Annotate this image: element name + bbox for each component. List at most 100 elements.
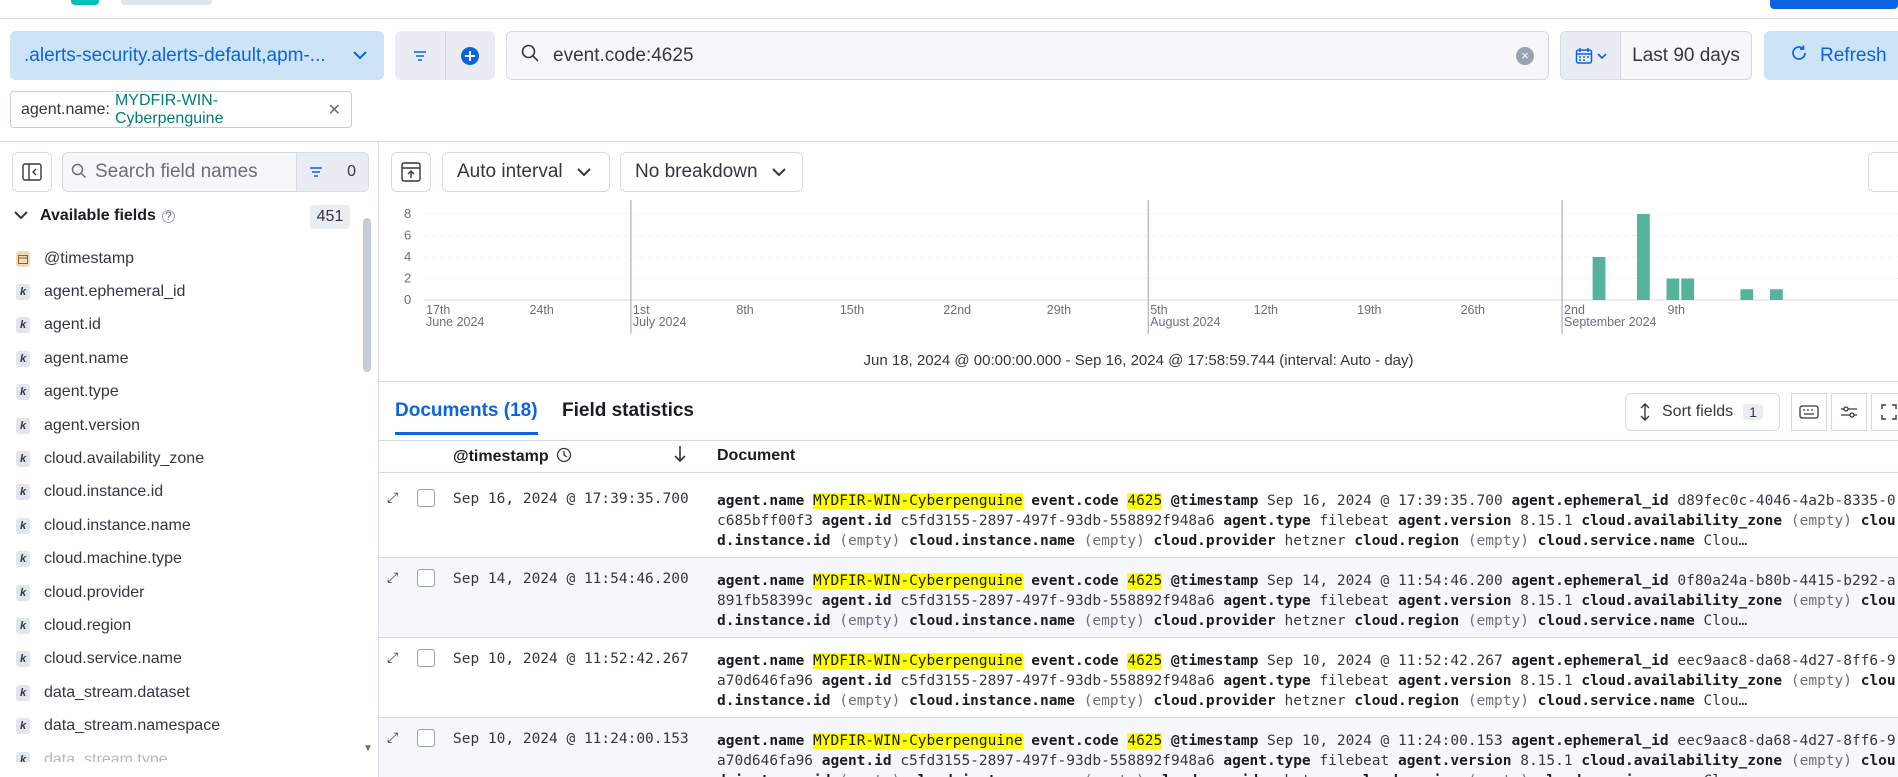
chart-options-button[interactable] (1868, 152, 1898, 192)
column-header-timestamp[interactable]: @timestamp (453, 447, 572, 466)
breakdown-dropdown[interactable]: No breakdown (620, 152, 803, 192)
expand-row-icon[interactable]: ⤢ (387, 730, 398, 746)
sidebar-field-item[interactable]: k agent.version (16, 409, 356, 442)
sidebar-field-item[interactable]: @timestamp (16, 242, 356, 275)
sidebar-field-item[interactable]: k cloud.instance.name (16, 509, 356, 542)
expand-row-icon[interactable]: ⤢ (387, 570, 398, 586)
doc-field-key: agent.ephemeral_id (1511, 573, 1669, 589)
doc-field-value: MYDFIR-WIN-Cyberpenguine (813, 493, 1023, 509)
row-checkbox[interactable] (417, 729, 435, 747)
sidebar-field-item[interactable]: k cloud.provider (16, 576, 356, 609)
doc-field-value: (empty) (1467, 693, 1529, 709)
doc-field-value: 4625 (1127, 493, 1163, 509)
query-input[interactable]: event.code:4625 × (506, 31, 1549, 80)
clock-icon (556, 447, 572, 463)
collapse-sidebar-button[interactable] (12, 152, 52, 192)
sidebar-field-item[interactable]: k data_stream.dataset (16, 676, 356, 709)
keyboard-shortcuts-button[interactable] (1791, 393, 1827, 431)
expand-row-icon[interactable]: ⤢ (387, 650, 398, 666)
sidebar-field-item[interactable]: k cloud.region (16, 609, 356, 642)
table-row[interactable]: ⤢ Sep 10, 2024 @ 11:24:00.153 agent.name M… (379, 718, 1898, 777)
row-checkbox[interactable] (417, 649, 435, 667)
tab-documents[interactable]: Documents (18) (395, 400, 538, 435)
doc-field-value: (empty) (1790, 753, 1852, 769)
display-settings-button[interactable] (1831, 393, 1867, 431)
sidebar-field-item[interactable]: k cloud.instance.id (16, 476, 356, 509)
doc-field-key: cloud.instance.name (909, 693, 1075, 709)
sidebar-field-item[interactable]: k agent.type (16, 376, 356, 409)
app-logo[interactable] (71, 0, 99, 5)
add-filter-button[interactable] (446, 31, 496, 80)
sidebar-field-item[interactable]: k agent.name (16, 342, 356, 375)
keyword-type-icon: k (16, 417, 30, 434)
toggle-chart-button[interactable] (391, 152, 431, 192)
search-icon (521, 44, 539, 68)
sidebar-field-item[interactable]: k agent.id (16, 309, 356, 342)
sidebar-field-item[interactable]: k cloud.machine.type (16, 543, 356, 576)
keyword-type-icon: k (16, 651, 30, 668)
filter-menu-button[interactable] (395, 31, 446, 80)
doc-field-value: hetzner (1284, 533, 1346, 549)
field-search-input[interactable] (95, 161, 296, 183)
sidebar-field-item[interactable]: k cloud.availability_zone (16, 442, 356, 475)
expand-row-icon[interactable]: ⤢ (387, 490, 398, 506)
calendar-icon[interactable] (1561, 32, 1621, 79)
filter-pill[interactable]: agent.name: MYDFIR-WIN-Cyberpenguine ✕ (10, 91, 352, 128)
sidebar-scrollbar[interactable] (363, 218, 371, 372)
doc-field-key: cloud.region (1354, 613, 1460, 629)
sidebar-field-item[interactable]: k data_stream.type (16, 743, 356, 762)
breadcrumb[interactable] (121, 0, 212, 5)
doc-field-key: cloud.service.name (1537, 693, 1695, 709)
refresh-icon (1790, 44, 1808, 68)
row-checkbox[interactable] (417, 569, 435, 587)
filter-value: MYDFIR-WIN-Cyberpenguine (114, 91, 224, 127)
doc-field-key: agent.version (1397, 513, 1512, 529)
grid-header: @timestamp Document (379, 441, 1898, 473)
refresh-button[interactable]: Refresh (1764, 31, 1898, 80)
field-list: @timestamp k agent.ephemeral_id k agent.id k a… (16, 242, 356, 762)
remove-filter-icon[interactable]: ✕ (328, 100, 341, 120)
histogram-chart: 8642017thJune 202424th 1stJuly 20248th 15t… (404, 200, 1898, 334)
doc-field-key: cloud.availability_zone (1581, 513, 1783, 529)
sidebar-field-item[interactable]: k cloud.service.name (16, 643, 356, 676)
doc-field-value: hetzner (1284, 693, 1346, 709)
clear-query-icon[interactable]: × (1516, 46, 1534, 65)
field-name: cloud.provider (44, 583, 145, 601)
available-fields-label: Available fields (40, 207, 156, 224)
available-fields-header[interactable]: Available fields ? (14, 203, 354, 229)
doc-field-value: (empty) (1467, 533, 1529, 549)
date-picker[interactable]: Last 90 days (1560, 31, 1752, 80)
fullscreen-icon (1881, 404, 1897, 420)
interval-dropdown[interactable]: Auto interval (442, 152, 610, 192)
tab-field-statistics[interactable]: Field statistics (562, 400, 694, 422)
info-icon[interactable]: ? (161, 209, 175, 223)
table-row[interactable]: ⤢ Sep 16, 2024 @ 17:39:35.700 agent.name M… (379, 478, 1898, 558)
doc-field-key: @timestamp (1171, 573, 1259, 589)
y-tick-label: 6 (404, 228, 411, 243)
doc-field-key: cloud.instance.name (909, 773, 1075, 777)
y-tick-label: 2 (404, 271, 411, 286)
sidebar-field-item[interactable]: k data_stream.namespace (16, 709, 356, 742)
doc-field-key: agent.name (717, 573, 805, 589)
sort-descending-icon[interactable] (673, 445, 687, 468)
scroll-down-icon[interactable]: ▼ (363, 743, 373, 754)
doc-field-key: cloud.availability_zone (1581, 593, 1783, 609)
doc-field-value: filebeat (1319, 753, 1390, 769)
header-action-button[interactable] (1770, 0, 1898, 9)
doc-field-value: 8.15.1 (1520, 673, 1573, 689)
column-header-document[interactable]: Document (717, 447, 795, 465)
doc-field-key: cloud.availability_zone (1581, 673, 1783, 689)
sort-fields-button[interactable]: Sort fields 1 (1625, 393, 1780, 431)
data-view-picker[interactable]: .alerts-security.alerts-default,apm-... (10, 31, 384, 80)
table-row[interactable]: ⤢ Sep 10, 2024 @ 11:52:42.267 agent.name M… (379, 638, 1898, 718)
doc-field-value: (empty) (1083, 533, 1145, 549)
row-checkbox[interactable] (417, 489, 435, 507)
doc-field-value: Clou… (1703, 533, 1748, 549)
field-type-filter-button[interactable]: 0 (296, 153, 368, 191)
table-row[interactable]: ⤢ Sep 14, 2024 @ 11:54:46.200 agent.name M… (379, 558, 1898, 638)
doc-field-value: filebeat (1319, 513, 1390, 529)
sidebar-field-item[interactable]: k agent.ephemeral_id (16, 275, 356, 308)
x-tick-label: 8th (736, 303, 753, 317)
fullscreen-button[interactable] (1871, 393, 1898, 431)
doc-field-value: (empty) (839, 773, 900, 777)
